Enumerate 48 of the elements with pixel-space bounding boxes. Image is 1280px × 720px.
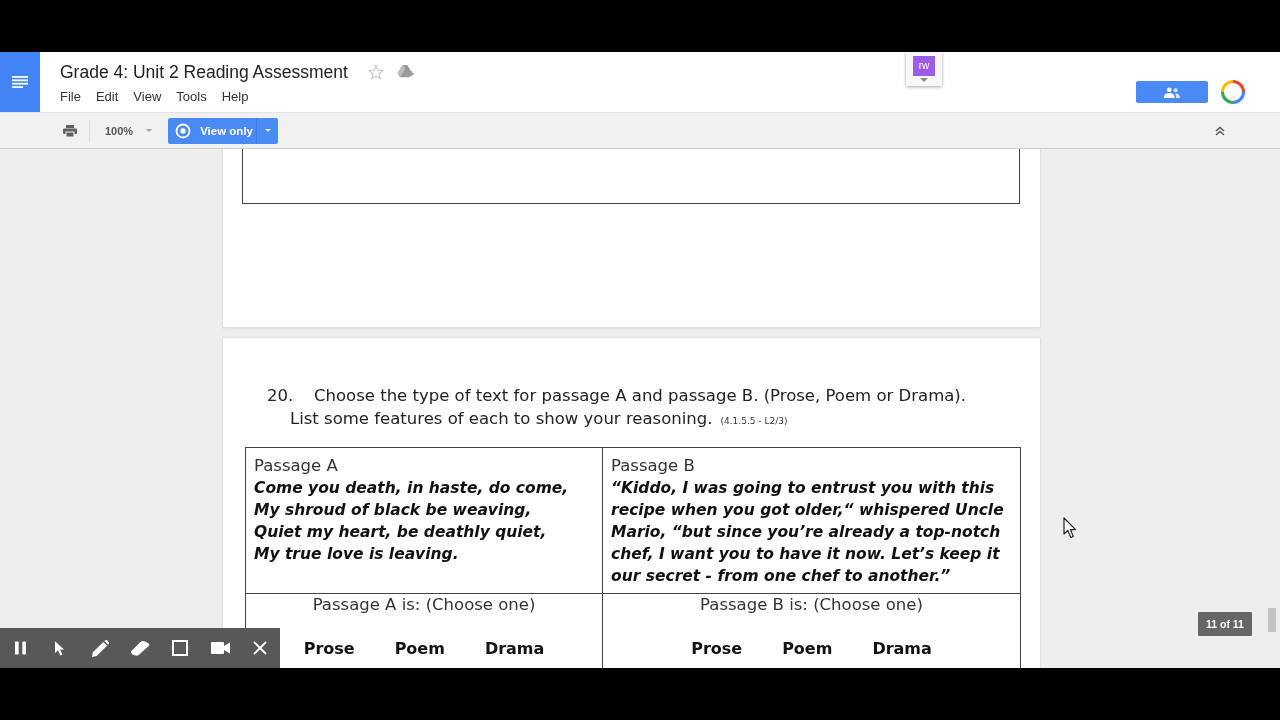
page-count-badge: 11 of 11: [1198, 612, 1252, 636]
passage-heading: Passage A: [254, 455, 339, 477]
extension-popup[interactable]: rw: [906, 52, 942, 86]
menu-item[interactable]: Help: [221, 87, 249, 105]
close-icon: [253, 641, 267, 655]
triangle-plus-icon[interactable]: [396, 65, 414, 79]
passage-text: “Kiddo, I was going to entrust you with this recipe when you got older,“ whispered Uncle Mario, “but since you’re already a top-notch chef, I want you to have it now. Let’s keep it our secret - from one chef to another.”: [611, 478, 1005, 587]
scrollbar-thumb[interactable]: [1268, 608, 1276, 632]
standard-code: (4.1.5.5 - L2/3): [720, 415, 788, 428]
menu-item[interactable]: View: [133, 87, 162, 105]
caret-icon: [146, 129, 153, 132]
choice-prompt: Passage B is: (Choose one): [700, 594, 923, 616]
home-button[interactable]: [0, 52, 40, 112]
pause-icon: [14, 641, 26, 655]
video-camera-icon: [210, 642, 230, 654]
menu-item[interactable]: Edit: [95, 87, 119, 105]
question-text: List some features of each to show your reasoning.: [290, 408, 713, 430]
choice-option: Poem: [782, 638, 833, 660]
passage-heading: Passage B: [611, 455, 696, 477]
document-title[interactable]: Grade 4: Unit 2 Reading Assessment: [60, 61, 348, 83]
share-button[interactable]: [1136, 81, 1208, 103]
mouse-cursor-icon: [1063, 517, 1077, 539]
arrow-pointer-icon: [54, 640, 66, 656]
zoom-dropdown[interactable]: 100%: [101, 118, 157, 143]
extension-badge[interactable]: rw: [913, 56, 935, 76]
eraser-icon: [130, 640, 150, 656]
star-icon[interactable]: [367, 64, 384, 80]
square-icon: [172, 640, 188, 656]
choice-option: Drama: [872, 638, 932, 660]
text-lines-icon: [12, 76, 28, 88]
choice-option: Prose: [303, 638, 355, 660]
account-ring-icon[interactable]: [1220, 79, 1246, 105]
choice-prompt: Passage A is: (Choose one): [312, 594, 536, 616]
menu-item[interactable]: Tools: [176, 87, 207, 105]
caret-icon: [265, 129, 272, 132]
question-number: 20.: [267, 385, 295, 407]
people-icon: [1163, 86, 1181, 98]
eye-icon: [175, 122, 192, 139]
menu-item[interactable]: File: [60, 87, 81, 105]
question-text: Choose the type of text for passage A and passage B. (Prose, Poem or Drama).: [314, 385, 966, 407]
choice-option: Poem: [394, 638, 445, 660]
choice-option: Drama: [484, 638, 545, 660]
choice-option: Prose: [691, 638, 743, 660]
caret-icon: [920, 78, 928, 82]
printer-icon[interactable]: [63, 124, 77, 137]
pen-icon: [91, 639, 109, 657]
passage-text: Come you death, in haste, do come, My shroud of black be weaving, Quiet my heart, be deathly quiet, My true love is leaving.: [254, 478, 570, 565]
double-chevron-up-icon[interactable]: [1215, 125, 1225, 136]
